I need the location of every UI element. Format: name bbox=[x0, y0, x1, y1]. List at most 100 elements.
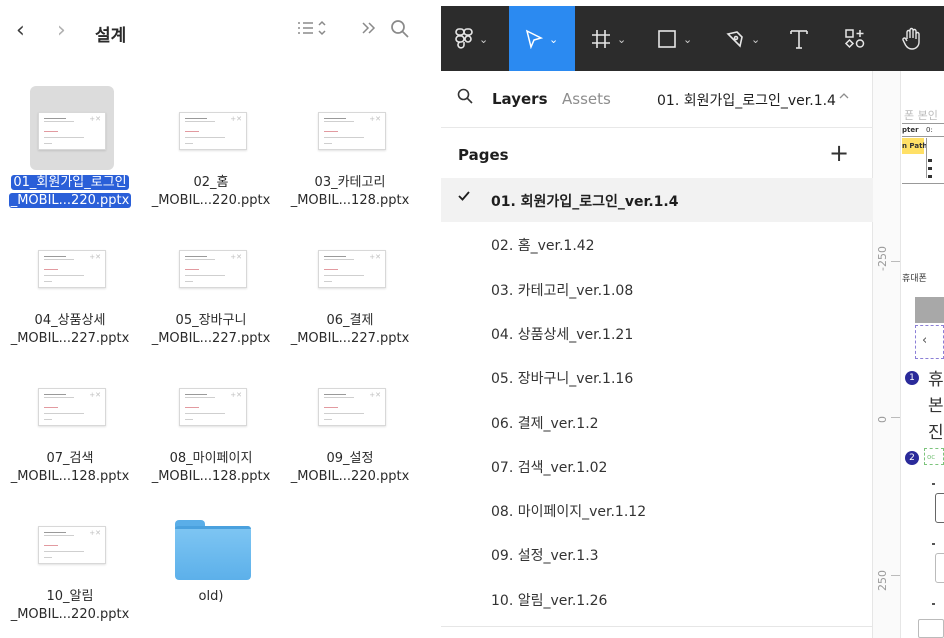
file-item[interactable]: +✕ 04_상품상세 _MOBIL...227.pptx bbox=[0, 224, 140, 354]
preview-line bbox=[185, 143, 193, 144]
canvas-text: 0: bbox=[926, 126, 933, 134]
page-item[interactable]: 10. 알림_ver.1.26 bbox=[441, 577, 873, 621]
page-item[interactable]: 06. 결제_ver.1.2 bbox=[441, 400, 873, 444]
resources-tool-button[interactable] bbox=[844, 6, 866, 71]
layers-panel: Layers Assets 01. 회원가입_로그인_ver.1.4 Pages… bbox=[441, 71, 873, 638]
page-item[interactable]: 09. 설정_ver.1.3 bbox=[441, 532, 873, 576]
pptx-preview-icon: +✕ bbox=[318, 112, 386, 150]
preview-line bbox=[185, 121, 215, 122]
list-view-icon[interactable] bbox=[296, 19, 332, 42]
file-item[interactable]: +✕ 08_마이페이지 _MOBIL...128.pptx bbox=[141, 362, 281, 492]
finder-window: ‹ › 설계 +✕ 01_회원가입_로그인 _MOBIL...220.pptx +✕ 0… bbox=[0, 0, 441, 638]
file-item[interactable]: +✕ 07_검색 _MOBIL...128.pptx bbox=[0, 362, 140, 492]
pen-tool-button[interactable]: ⌄ bbox=[725, 6, 760, 71]
table-line bbox=[902, 183, 944, 184]
move-tool-button[interactable]: ⌄ bbox=[509, 6, 575, 71]
canvas-text: 휴대폰 bbox=[902, 274, 927, 284]
preview-line bbox=[324, 397, 354, 398]
pptx-preview-icon: +✕ bbox=[38, 250, 106, 288]
preview-line bbox=[44, 557, 52, 558]
search-icon[interactable] bbox=[390, 19, 410, 44]
table-line bbox=[926, 138, 932, 178]
table-line bbox=[902, 123, 944, 124]
rectangle-icon bbox=[658, 30, 676, 48]
preview-line bbox=[44, 131, 58, 132]
add-page-button[interactable]: + bbox=[829, 139, 849, 167]
folder-item[interactable]: old) bbox=[141, 500, 281, 630]
preview-line bbox=[324, 275, 364, 276]
page-label: 06. 결제_ver.1.2 bbox=[491, 415, 599, 432]
canvas-text: oc bbox=[927, 453, 936, 461]
canvas-input bbox=[918, 619, 944, 638]
pptx-preview-icon: +✕ bbox=[318, 250, 386, 288]
preview-line bbox=[44, 394, 66, 395]
text-tool-button[interactable] bbox=[789, 6, 809, 71]
file-item[interactable]: +✕ 03_카테고리 _MOBIL...128.pptx bbox=[280, 86, 420, 216]
file-item[interactable]: +✕ 10_알림 _MOBIL...220.pptx bbox=[0, 500, 140, 630]
file-item[interactable]: +✕ 05_장바구니 _MOBIL...227.pptx bbox=[141, 224, 281, 354]
file-name-line1: 01_회원가입_로그인 bbox=[11, 175, 129, 190]
design-canvas[interactable]: 폰 본인 pter 0: n Path 휴대폰 ‹ 1 휴 본 진 2 oc bbox=[902, 71, 944, 638]
canvas-text: 폰 본인 bbox=[904, 109, 938, 122]
preview-line bbox=[324, 259, 354, 260]
main-menu-button[interactable]: ⌄ bbox=[455, 6, 488, 71]
page-item[interactable]: 01. 회원가입_로그인_ver.1.4 bbox=[441, 178, 873, 222]
folder-title: 설계 bbox=[95, 26, 127, 46]
back-button[interactable]: ‹ bbox=[16, 18, 25, 43]
canvas-text: n Path bbox=[902, 142, 928, 150]
page-item[interactable]: 04. 상품상세_ver.1.21 bbox=[441, 311, 873, 355]
file-name-line2: _MOBIL...227.pptx bbox=[10, 331, 130, 346]
forward-button[interactable]: › bbox=[57, 18, 66, 43]
canvas-mark bbox=[928, 159, 932, 162]
preview-mark: +✕ bbox=[89, 253, 101, 261]
preview-line bbox=[44, 259, 74, 260]
file-item[interactable]: +✕ 02_홈 _MOBIL...220.pptx bbox=[141, 86, 281, 216]
file-item[interactable]: +✕ 09_설정 _MOBIL...220.pptx bbox=[280, 362, 420, 492]
chevron-up-icon[interactable] bbox=[839, 90, 849, 103]
preview-line bbox=[185, 397, 215, 398]
page-item[interactable]: 03. 카테고리_ver.1.08 bbox=[441, 267, 873, 311]
ruler-tick bbox=[891, 417, 900, 418]
file-item[interactable]: +✕ 01_회원가입_로그인 _MOBIL...220.pptx bbox=[0, 86, 140, 216]
preview-mark: +✕ bbox=[369, 253, 381, 261]
page-item[interactable]: 02. 홈_ver.1.42 bbox=[441, 222, 873, 266]
preview-line bbox=[44, 137, 84, 138]
file-name-line1: 09_설정 bbox=[326, 451, 374, 466]
hand-tool-button[interactable] bbox=[901, 6, 923, 71]
canvas-text: pter bbox=[902, 126, 919, 134]
preview-line bbox=[324, 394, 346, 395]
folder-icon bbox=[175, 520, 251, 580]
more-toolbar-icon[interactable] bbox=[360, 19, 378, 42]
search-icon[interactable] bbox=[457, 88, 473, 108]
tab-assets[interactable]: Assets bbox=[562, 90, 611, 108]
frame-tool-button[interactable]: ⌄ bbox=[591, 6, 626, 71]
file-name: 10_알림 _MOBIL...220.pptx bbox=[0, 588, 140, 624]
pptx-preview-icon: +✕ bbox=[38, 388, 106, 426]
file-thumbnail: +✕ bbox=[310, 224, 394, 308]
preview-line bbox=[185, 419, 193, 420]
preview-line bbox=[44, 256, 66, 257]
pages-header: Pages bbox=[458, 146, 509, 164]
file-name-line1: 05_장바구니 bbox=[175, 313, 247, 328]
preview-line bbox=[44, 143, 52, 144]
preview-mark: +✕ bbox=[369, 115, 381, 123]
tab-layers[interactable]: Layers bbox=[492, 90, 548, 108]
canvas-input bbox=[935, 553, 944, 583]
file-item[interactable]: +✕ 06_결제 _MOBIL...227.pptx bbox=[280, 224, 420, 354]
preview-line bbox=[185, 269, 199, 270]
preview-line bbox=[185, 131, 199, 132]
page-item[interactable]: 08. 마이페이지_ver.1.12 bbox=[441, 488, 873, 532]
canvas-text: 휴 bbox=[928, 370, 944, 390]
page-item[interactable]: 05. 장바구니_ver.1.16 bbox=[441, 355, 873, 399]
current-page-selector[interactable]: 01. 회원가입_로그인_ver.1.4 bbox=[657, 90, 836, 110]
shape-tool-button[interactable]: ⌄ bbox=[657, 6, 692, 71]
preview-line bbox=[324, 281, 332, 282]
file-name-line2: _MOBIL...227.pptx bbox=[151, 331, 271, 346]
checkmark-icon bbox=[458, 190, 470, 206]
preview-line bbox=[324, 121, 354, 122]
file-thumbnail: +✕ bbox=[30, 224, 114, 308]
annotation-badge: 2 bbox=[905, 451, 919, 465]
page-item[interactable]: 07. 검색_ver.1.02 bbox=[441, 444, 873, 488]
preview-line bbox=[324, 131, 338, 132]
pptx-preview-icon: +✕ bbox=[38, 112, 106, 150]
